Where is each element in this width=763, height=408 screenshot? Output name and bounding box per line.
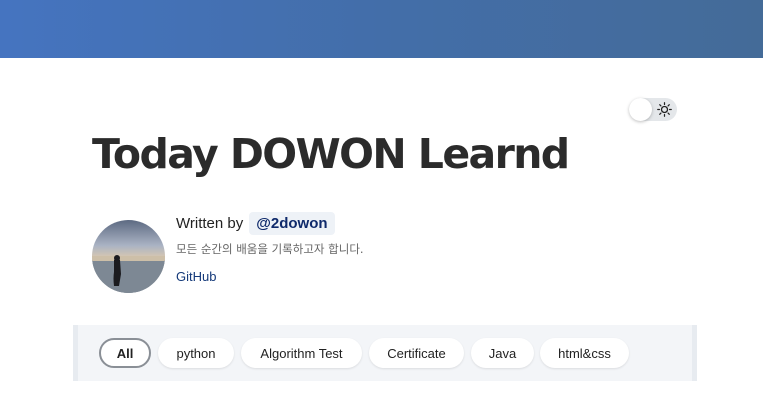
- author-byline: Written by @2dowon: [176, 208, 364, 238]
- category-chip-all[interactable]: All: [99, 338, 151, 368]
- category-chip-java[interactable]: Java: [471, 338, 534, 368]
- category-filter-bar: All python Algorithm Test Certificate Ja…: [73, 325, 697, 381]
- author-block: Written by @2dowon 모든 순간의 배움을 기록하고자 합니다.…: [176, 208, 364, 286]
- avatar: [92, 220, 165, 293]
- category-chip-algorithm-test[interactable]: Algorithm Test: [241, 338, 362, 368]
- github-link[interactable]: GitHub: [176, 269, 216, 284]
- header-banner: [0, 0, 763, 58]
- theme-toggle[interactable]: [629, 98, 677, 121]
- written-by-label: Written by: [176, 214, 244, 232]
- page-title: Today DOWON Learnd: [92, 130, 570, 178]
- author-description: 모든 순간의 배움을 기록하고자 합니다.: [176, 242, 364, 256]
- author-handle-link[interactable]: @2dowon: [249, 211, 335, 235]
- toggle-knob: [629, 98, 652, 121]
- category-chip-certificate[interactable]: Certificate: [369, 338, 464, 368]
- category-chip-html-css[interactable]: html&css: [540, 338, 629, 368]
- sun-icon: [657, 102, 672, 117]
- category-chip-python[interactable]: python: [158, 338, 234, 368]
- avatar-photo: [92, 255, 165, 293]
